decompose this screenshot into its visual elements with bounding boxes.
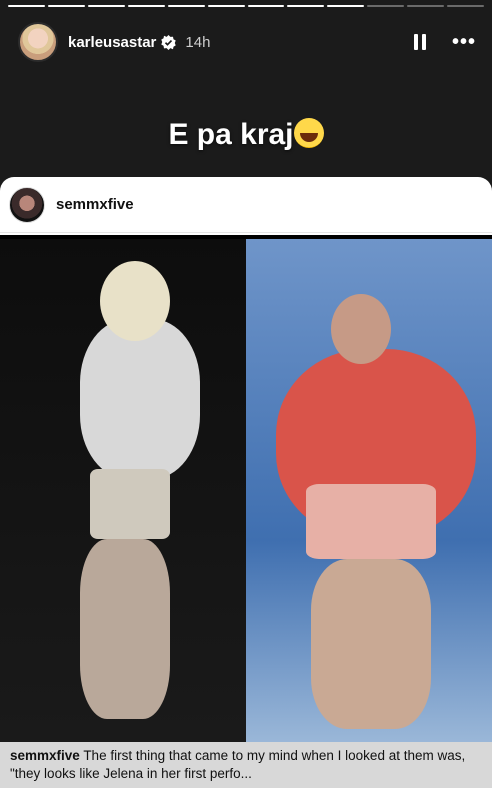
figure-head (100, 261, 170, 341)
shared-post-avatar[interactable] (9, 186, 45, 223)
caption-text: E pa kraj (168, 118, 294, 151)
progress-segment (167, 5, 205, 7)
story-progress-bar (8, 5, 485, 7)
shared-post-caption[interactable]: semmxfive The first thing that came to m… (0, 742, 492, 788)
caption-username: semmxfive (10, 748, 80, 763)
progress-segment (367, 5, 405, 7)
progress-segment (127, 5, 165, 7)
story-timestamp: 14h (185, 33, 211, 51)
story-caption: E pa kraj (0, 118, 492, 152)
progress-segment (407, 5, 445, 7)
progress-segment (247, 5, 285, 7)
story-header: karleusastar 14h ••• (18, 20, 476, 64)
profile-avatar[interactable] (18, 22, 58, 62)
more-options-icon[interactable]: ••• (452, 32, 476, 52)
progress-segment (327, 5, 365, 7)
figure-legs-right (311, 559, 431, 729)
tears-of-joy-emoji-icon (293, 118, 324, 148)
pause-button[interactable] (413, 34, 426, 50)
shared-post-username[interactable]: semmxfive (56, 196, 134, 213)
progress-segment (287, 5, 325, 7)
progress-segment (47, 5, 85, 7)
photo-right-panel (246, 239, 492, 742)
figure-head-right (331, 294, 391, 364)
progress-segment (207, 5, 245, 7)
shared-post-photo[interactable] (0, 235, 492, 742)
pause-icon-bar (421, 34, 426, 50)
figure-skirt (90, 469, 170, 539)
figure-white-fur (80, 319, 200, 479)
photo-left-panel (0, 239, 246, 742)
figure-legs (80, 539, 170, 719)
progress-segment (87, 5, 125, 7)
verified-badge-icon (161, 34, 177, 50)
progress-segment (8, 5, 45, 7)
figure-skirt-right (306, 484, 436, 559)
shared-post-card[interactable]: semmxfive semmxfive The first thing that… (0, 177, 492, 788)
pause-icon (413, 34, 418, 50)
story-username[interactable]: karleusastar (68, 34, 156, 51)
progress-segment (447, 5, 485, 7)
shared-post-header: semmxfive (0, 177, 492, 233)
